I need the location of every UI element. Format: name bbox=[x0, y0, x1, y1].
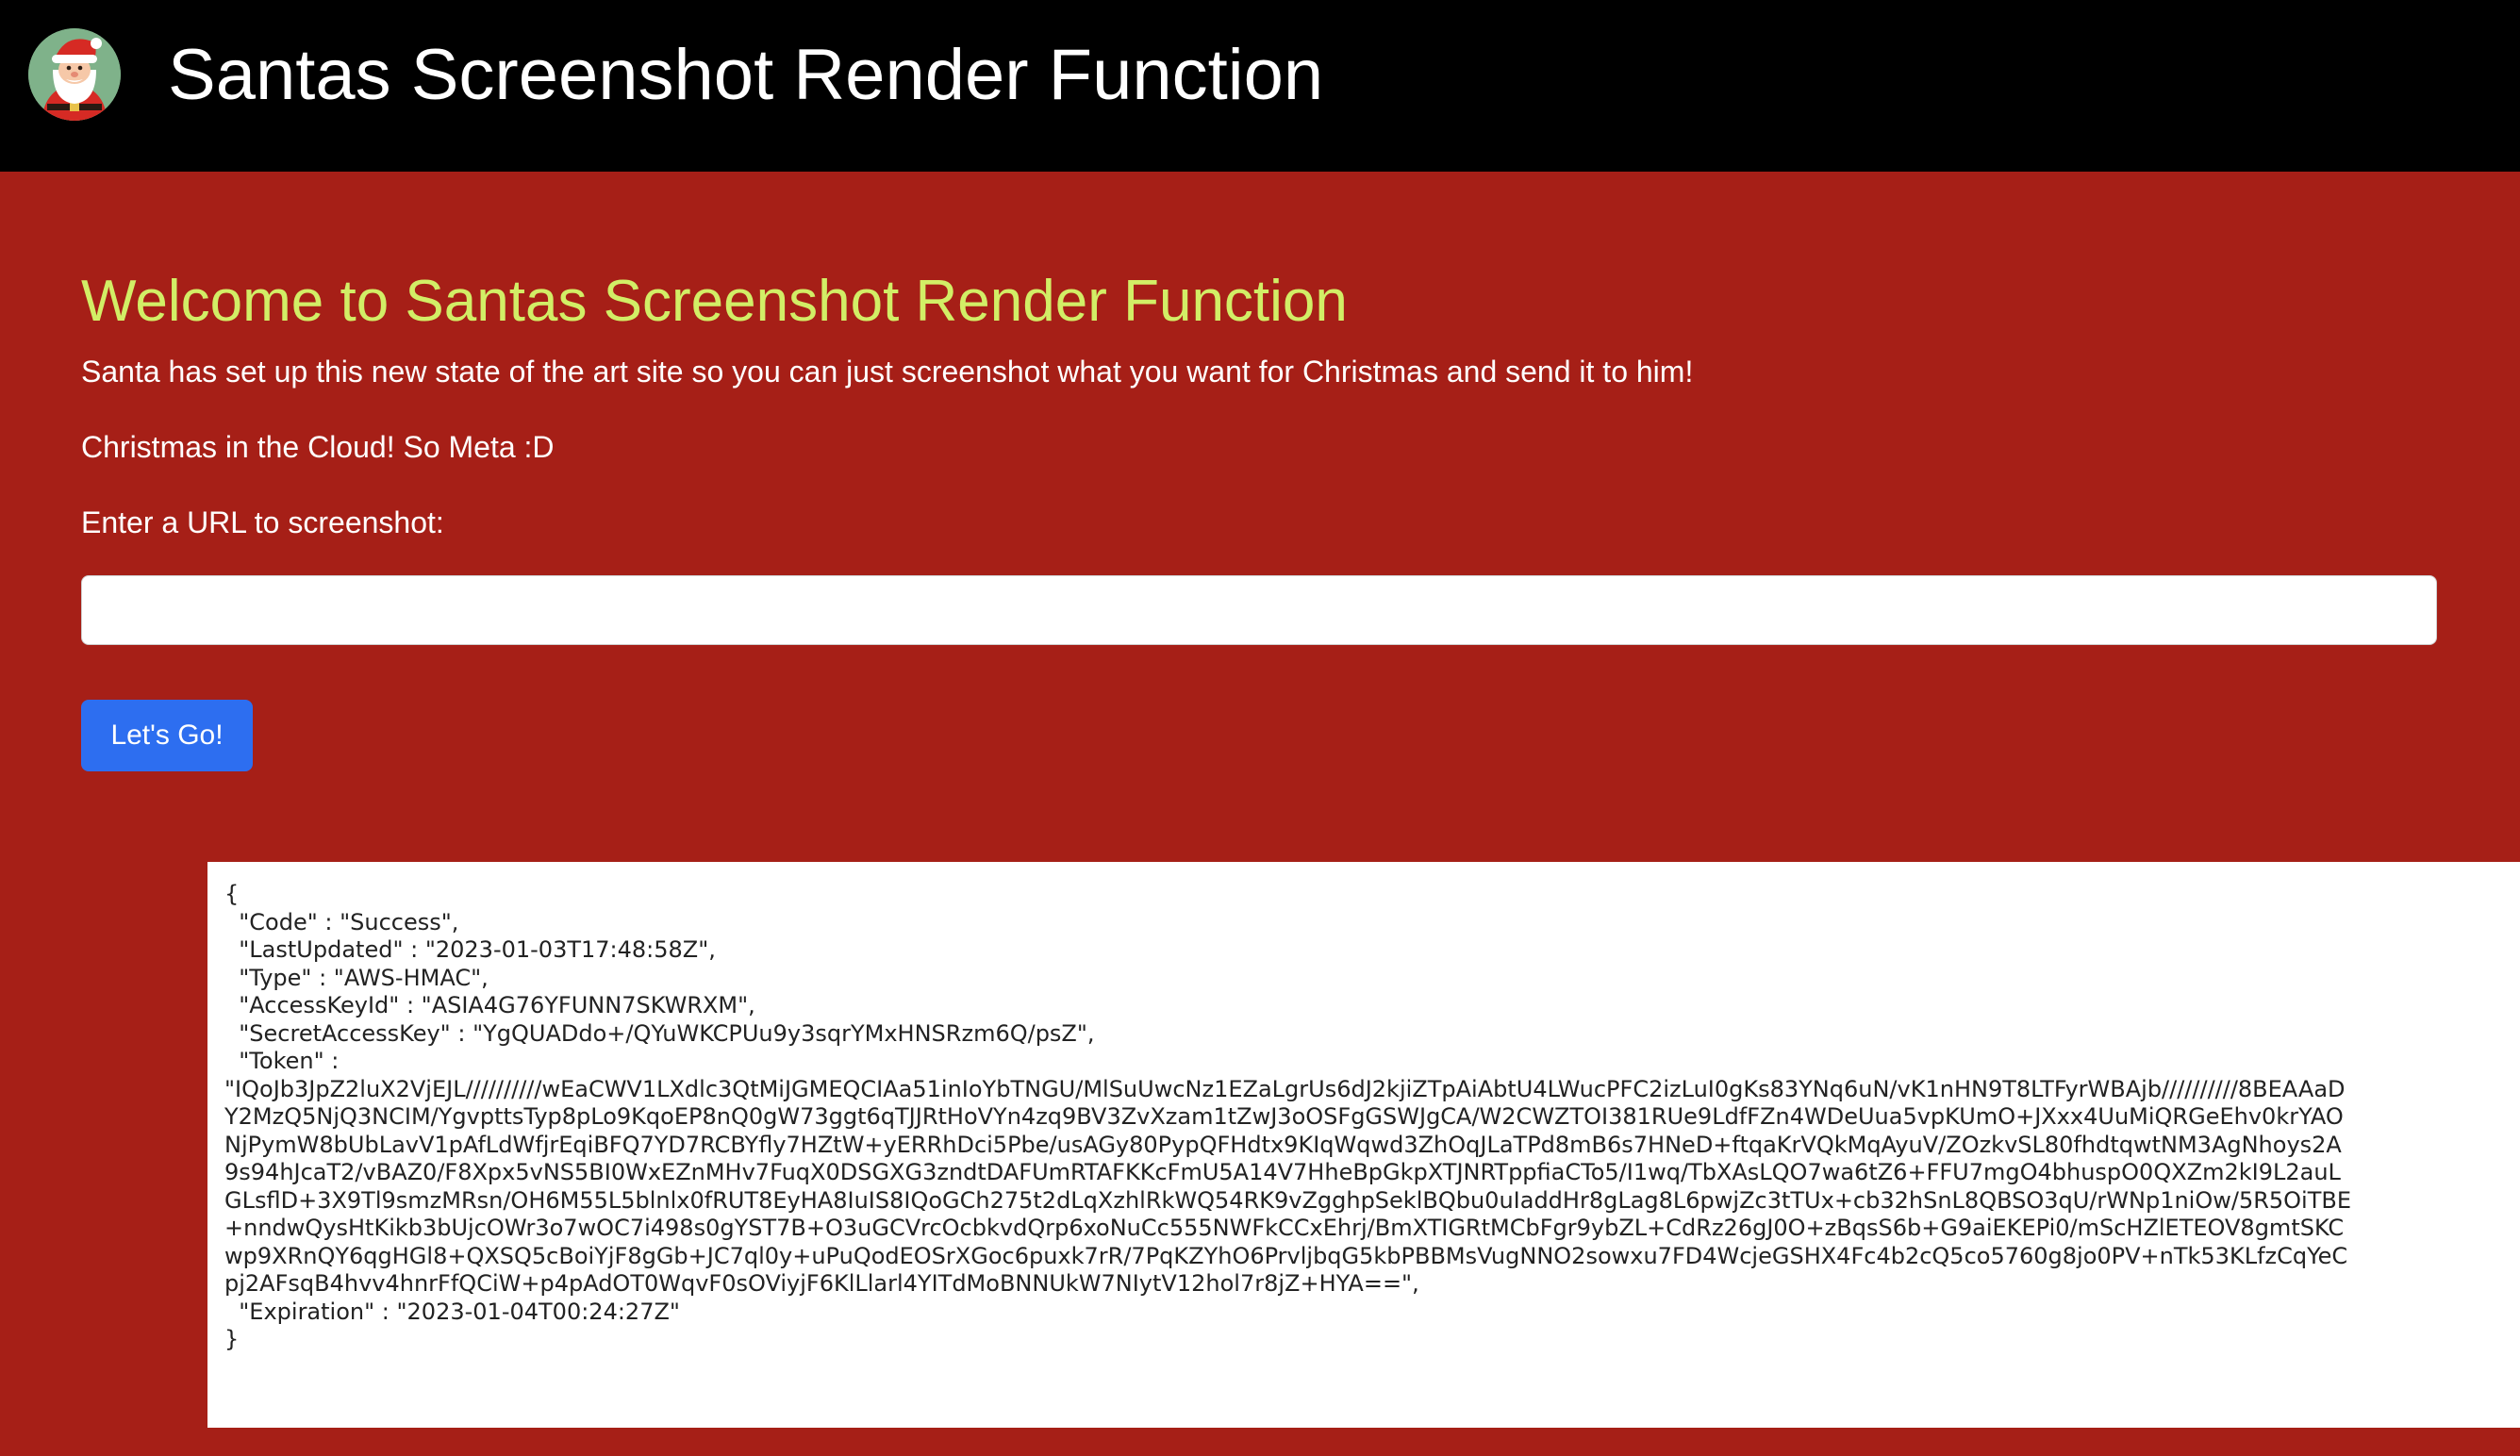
url-label: Enter a URL to screenshot: bbox=[81, 505, 444, 539]
welcome-heading: Welcome to Santas Screenshot Render Func… bbox=[81, 269, 1348, 334]
result-json-text: { "Code" : "Success", "LastUpdated" : "2… bbox=[224, 881, 2352, 1352]
santa-claus-icon bbox=[28, 28, 121, 121]
app-title: Santas Screenshot Render Function bbox=[168, 35, 1324, 115]
lets-go-button[interactable]: Let's Go! bbox=[81, 700, 253, 771]
main-content: Welcome to Santas Screenshot Render Func… bbox=[0, 172, 2520, 1456]
screenshot-result-panel: { "Code" : "Success", "LastUpdated" : "2… bbox=[207, 862, 2520, 1428]
top-bar: Santas Screenshot Render Function bbox=[0, 0, 2520, 172]
tagline-text: Christmas in the Cloud! So Meta :D bbox=[81, 430, 555, 464]
url-input[interactable] bbox=[81, 575, 2437, 645]
intro-text: Santa has set up this new state of the a… bbox=[81, 355, 1694, 389]
